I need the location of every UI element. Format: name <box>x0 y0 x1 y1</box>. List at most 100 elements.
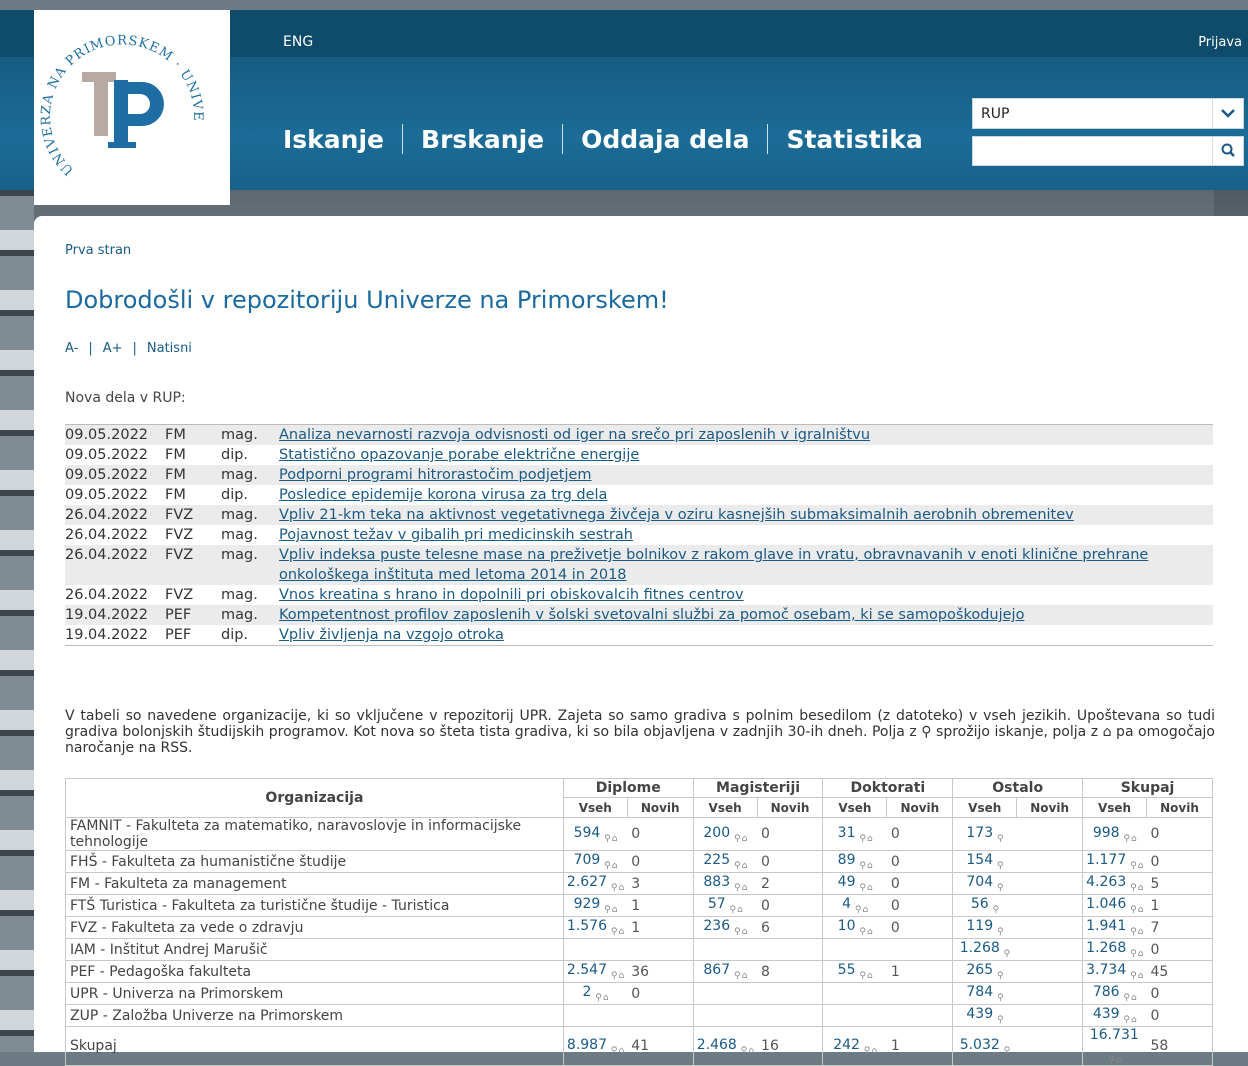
count-all-link[interactable]: 3.734 <box>1086 962 1126 978</box>
new-item-title-link[interactable]: Vpliv življenja na vzgojo otroka <box>279 627 504 643</box>
repository-select[interactable]: RUP <box>972 98 1244 129</box>
count-all-link[interactable]: 2 <box>582 984 591 1000</box>
search-icon[interactable]: ⚲ <box>856 861 866 871</box>
count-all-link[interactable]: 883 <box>703 874 730 890</box>
count-all-link[interactable]: 1.576 <box>567 918 607 934</box>
count-all-link[interactable]: 242 <box>833 1037 860 1053</box>
search-icon[interactable]: ⚲ <box>601 861 611 871</box>
count-all-link[interactable]: 49 <box>838 874 856 890</box>
count-all-link[interactable]: 5.032 <box>960 1037 1000 1053</box>
search-icon[interactable]: ⚲ <box>608 927 618 937</box>
count-all-link[interactable]: 1.941 <box>1086 918 1126 934</box>
count-all-link[interactable]: 56 <box>971 896 989 912</box>
search-icon[interactable]: ⚲ <box>731 927 741 937</box>
language-switch-link[interactable]: ENG <box>283 34 313 50</box>
new-item-title-link[interactable]: Podporni programi hitrorastočim podjetje… <box>279 467 592 483</box>
new-item-title-link[interactable]: Kompetentnost profilov zaposlenih v šols… <box>279 607 1024 623</box>
chevron-down-icon[interactable] <box>1212 99 1243 128</box>
count-all-link[interactable]: 4 <box>842 896 851 912</box>
university-logo[interactable]: UNIVERZA NA PRIMORSKEM · UNIVERSITÀ DEL … <box>34 10 230 205</box>
count-all-link[interactable]: 709 <box>574 852 601 868</box>
rss-icon[interactable]: ⌂ <box>867 927 873 937</box>
search-icon[interactable]: ⚲ <box>731 861 741 871</box>
search-icon[interactable]: ⚲ <box>1121 834 1130 844</box>
rss-icon[interactable]: ⌂ <box>1138 861 1144 871</box>
count-all-link[interactable]: 10 <box>838 918 856 934</box>
rss-icon[interactable]: ⌂ <box>618 883 624 893</box>
rss-icon[interactable]: ⌂ <box>742 927 748 937</box>
count-all-link[interactable]: 439 <box>1093 1006 1120 1022</box>
rss-icon[interactable]: ⌂ <box>1138 883 1144 893</box>
count-all-link[interactable]: 55 <box>838 962 856 978</box>
nav-iskanje[interactable]: Iskanje <box>283 125 384 154</box>
rss-icon[interactable]: ⌂ <box>742 883 748 893</box>
new-item-title-link[interactable]: Vpliv indeksa puste telesne mase na prež… <box>279 547 1148 583</box>
search-icon[interactable]: ⚲ <box>727 905 737 915</box>
new-item-title-link[interactable]: Posledice epidemije korona virusa za trg… <box>279 487 607 503</box>
rss-icon[interactable]: ⌂ <box>1138 927 1144 937</box>
count-all-link[interactable]: 786 <box>1093 984 1120 1000</box>
search-icon[interactable]: ⚲ <box>592 993 602 1003</box>
count-all-link[interactable]: 16.731 <box>1090 1027 1139 1043</box>
rss-icon[interactable]: ⌂ <box>871 1046 877 1056</box>
nav-statistika[interactable]: Statistika <box>786 125 922 154</box>
rss-icon[interactable]: ⌂ <box>867 883 873 893</box>
new-item-title-link[interactable]: Vpliv 21-km teka na aktivnost vegetativn… <box>279 507 1074 523</box>
rss-icon[interactable]: ⌂ <box>603 993 609 1003</box>
search-icon[interactable]: ⚲ <box>994 993 1004 1003</box>
login-link[interactable]: Prijava <box>1198 35 1242 50</box>
count-all-link[interactable]: 200 <box>703 825 730 841</box>
search-icon[interactable]: ⚲ <box>738 1046 748 1056</box>
count-all-link[interactable]: 2.627 <box>567 874 607 890</box>
new-item-title-link[interactable]: Statistično opazovanje porabe električne… <box>279 447 639 463</box>
search-icon[interactable]: ⚲ <box>1127 927 1137 937</box>
search-icon[interactable]: ⚲ <box>601 834 611 844</box>
search-icon[interactable]: ⚲ <box>1121 1015 1130 1025</box>
rss-icon[interactable]: ⌂ <box>618 927 624 937</box>
print-link[interactable]: Natisni <box>147 341 192 356</box>
count-all-link[interactable]: 998 <box>1093 825 1120 841</box>
count-all-link[interactable]: 2.547 <box>567 962 607 978</box>
search-icon[interactable]: ⚲ <box>1127 883 1137 893</box>
count-all-link[interactable]: 4.263 <box>1086 874 1126 890</box>
font-increase-link[interactable]: A+ <box>103 341 123 356</box>
count-all-link[interactable]: 704 <box>966 874 993 890</box>
count-all-link[interactable]: 784 <box>966 984 993 1000</box>
rss-icon[interactable]: ⌂ <box>1131 1015 1137 1025</box>
search-icon[interactable]: ⚲ <box>608 1046 618 1056</box>
count-all-link[interactable]: 867 <box>703 962 730 978</box>
new-item-title-link[interactable]: Vnos kreatina s hrano in dopolnili pri o… <box>279 587 744 603</box>
rss-icon[interactable]: ⌂ <box>867 834 873 844</box>
rss-icon[interactable]: ⌂ <box>618 1046 624 1056</box>
rss-icon[interactable]: ⌂ <box>1138 971 1144 981</box>
rss-icon[interactable]: ⌂ <box>1138 949 1144 959</box>
count-all-link[interactable]: 173 <box>966 825 993 841</box>
count-all-link[interactable]: 119 <box>966 918 993 934</box>
search-icon[interactable]: ⚲ <box>1001 1046 1011 1056</box>
search-icon[interactable]: ⚲ <box>1127 949 1137 959</box>
rss-icon[interactable]: ⌂ <box>742 971 748 981</box>
rss-icon[interactable]: ⌂ <box>867 861 873 871</box>
search-icon[interactable]: ⚲ <box>856 883 866 893</box>
rss-icon[interactable]: ⌂ <box>742 861 748 871</box>
search-icon[interactable]: ⚲ <box>601 905 611 915</box>
search-icon[interactable]: ⚲ <box>861 1046 871 1056</box>
count-all-link[interactable]: 1.268 <box>960 940 1000 956</box>
search-icon[interactable]: ⚲ <box>608 883 618 893</box>
search-icon[interactable]: ⚲ <box>994 883 1004 893</box>
search-icon[interactable]: ⚲ <box>1108 1055 1115 1065</box>
count-all-link[interactable]: 439 <box>966 1006 993 1022</box>
rss-icon[interactable]: ⌂ <box>612 834 618 844</box>
count-all-link[interactable]: 594 <box>574 825 601 841</box>
count-all-link[interactable]: 1.177 <box>1086 852 1126 868</box>
count-all-link[interactable]: 236 <box>703 918 730 934</box>
count-all-link[interactable]: 1.046 <box>1086 896 1126 912</box>
count-all-link[interactable]: 929 <box>574 896 601 912</box>
count-all-link[interactable]: 31 <box>838 825 856 841</box>
search-icon[interactable]: ⚲ <box>994 927 1004 937</box>
rss-icon[interactable]: ⌂ <box>612 861 618 871</box>
rss-icon[interactable]: ⌂ <box>1131 834 1137 844</box>
search-icon[interactable]: ⚲ <box>731 834 741 844</box>
search-icon[interactable]: ⚲ <box>994 861 1004 871</box>
rss-icon[interactable]: ⌂ <box>867 971 873 981</box>
